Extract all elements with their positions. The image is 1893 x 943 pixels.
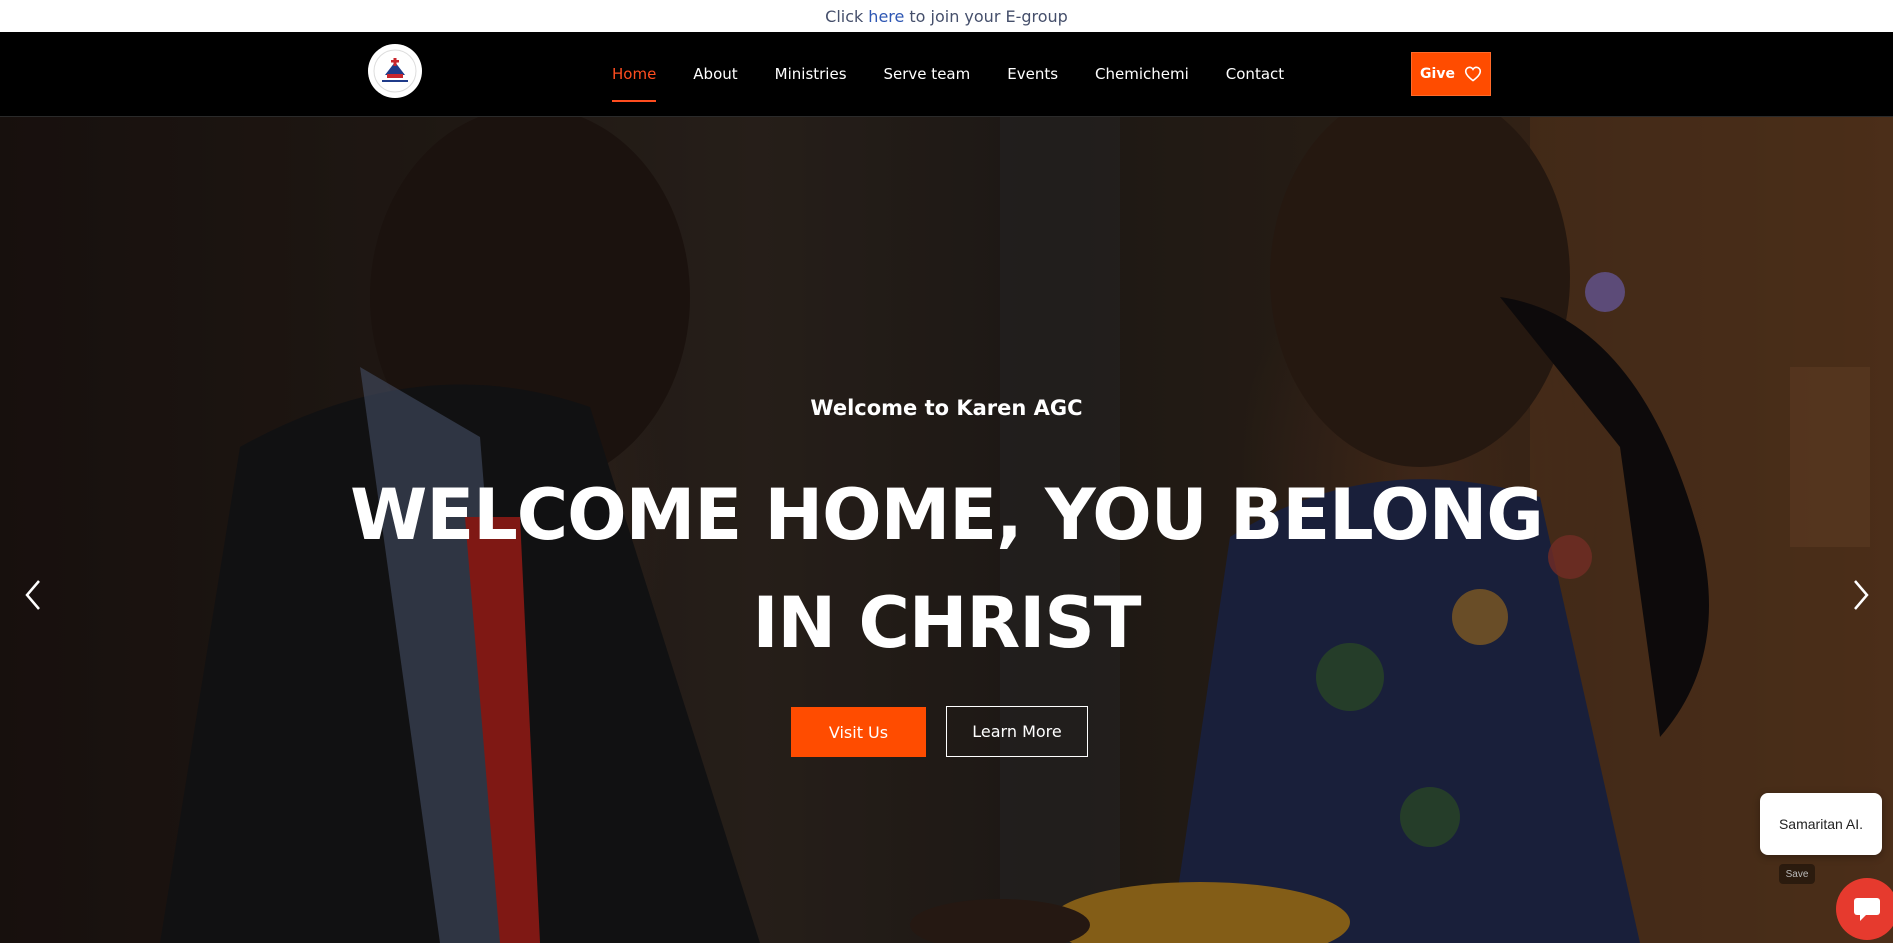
chat-greeting-bubble[interactable]: Samaritan AI. [1760,793,1882,855]
egroup-link[interactable]: here [868,7,904,26]
church-logo[interactable] [368,44,422,98]
chat-bubble-text: Samaritan AI. [1778,816,1864,832]
learn-more-button[interactable]: Learn More [946,706,1088,757]
nav-item-chemichemi[interactable]: Chemichemi [1095,32,1189,116]
give-button[interactable]: Give [1411,52,1491,96]
announcement-prefix: Click [825,6,864,26]
visit-us-button[interactable]: Visit Us [791,707,926,757]
hero-title: WELCOME HOME, YOU BELONG IN CHRIST [0,461,1893,677]
save-tag[interactable]: Save [1779,864,1815,884]
nav-item-home[interactable]: Home [612,32,657,116]
primary-nav: Home About Ministries Serve team Events … [612,32,1321,116]
nav-item-events[interactable]: Events [1007,32,1058,116]
give-label: Give [1420,66,1455,82]
hero-subtitle: Welcome to Karen AGC [810,396,1083,420]
hero-title-line2: IN CHRIST [752,582,1141,664]
main-navbar: Home About Ministries Serve team Events … [0,32,1893,117]
hero-title-line1: WELCOME HOME, YOU BELONG [350,474,1544,556]
heart-icon [1464,66,1482,82]
nav-item-about[interactable]: About [693,32,737,116]
chevron-right-icon[interactable] [1846,577,1876,613]
logo-emblem-icon [373,49,417,93]
chat-icon [1854,898,1880,921]
chat-launcher-button[interactable] [1836,878,1893,940]
chevron-left-icon[interactable] [18,577,48,613]
announcement-bar: Click here to join your E-group [0,0,1893,32]
nav-item-serve-team[interactable]: Serve team [884,32,971,116]
announcement-suffix: to join your E-group [909,6,1068,26]
nav-item-ministries[interactable]: Ministries [775,32,847,116]
nav-item-contact[interactable]: Contact [1226,32,1284,116]
hero-carousel: Welcome to Karen AGC WELCOME HOME, YOU B… [0,117,1893,943]
